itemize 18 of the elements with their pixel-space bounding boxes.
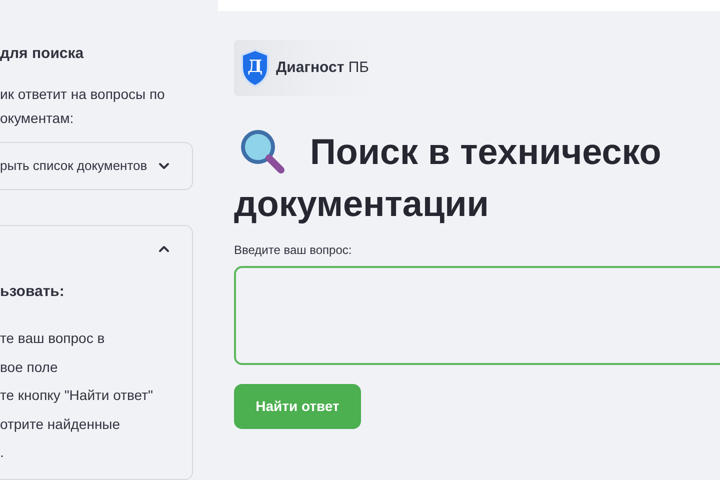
help-text: . [0, 443, 5, 462]
page-title: Поиск в техническо [310, 130, 662, 174]
sidebar-text: окументам: [0, 109, 75, 128]
sidebar-heading: для поиска [0, 44, 85, 64]
brand-name: Диагност ПБ [276, 58, 370, 78]
shield-logo: Д [240, 49, 270, 87]
expander[interactable]: рыть список документов [0, 142, 193, 190]
help-text: те кнопку "Найти ответ" [0, 386, 154, 405]
page-title: документации [234, 182, 489, 226]
help-heading: ьзовать: [0, 282, 66, 302]
help-text: вое поле [0, 358, 59, 376]
help-text: отрите найденные [0, 414, 122, 434]
field-label: Введите ваш вопрос: [234, 242, 353, 258]
sidebar-text: ик ответит на вопросы по [0, 85, 166, 104]
expander[interactable]: ьзовать: те ваш вопрос в вое поле те кнопку "Найти ответ" отрите найденные . [0, 225, 193, 480]
question-field[interactable] [234, 266, 720, 365]
expander-label: рыть список документов [0, 157, 148, 176]
help-text: те ваш вопрос в [0, 329, 106, 348]
